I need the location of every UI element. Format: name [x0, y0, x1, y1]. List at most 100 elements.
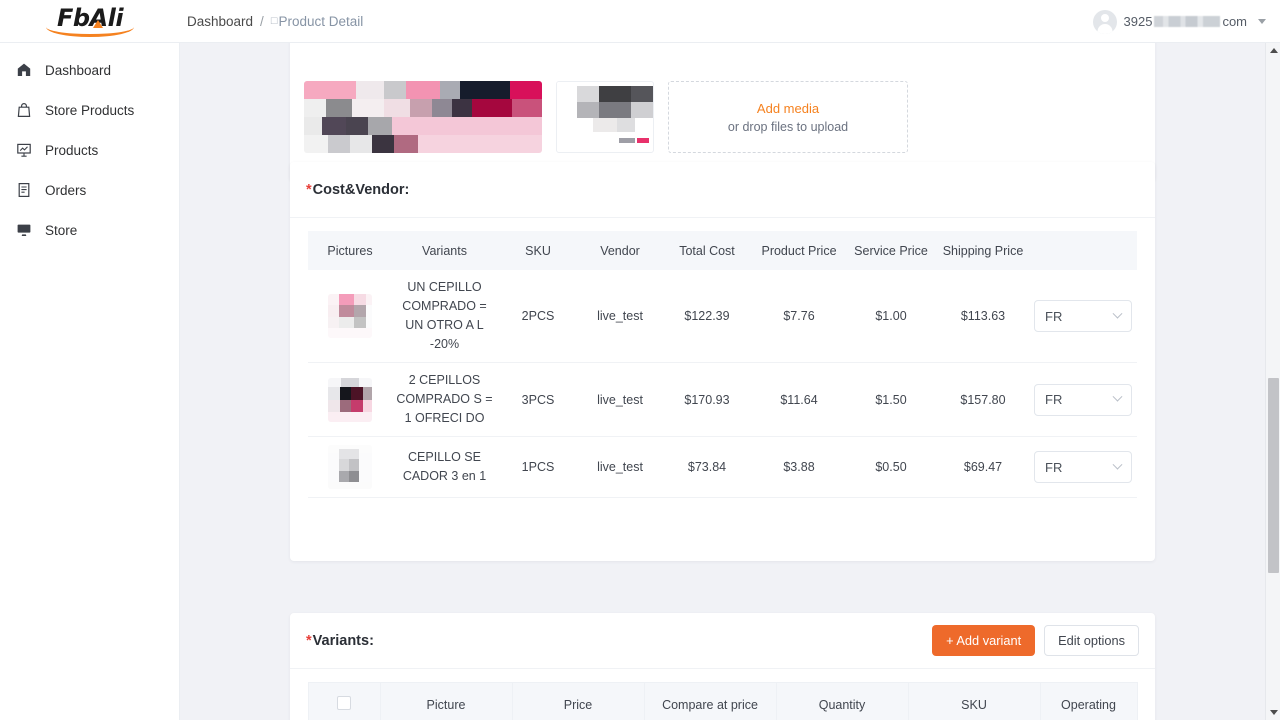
- media-card: Add media or drop files to upload: [290, 43, 1155, 181]
- sidebar-item-products[interactable]: Products: [0, 130, 179, 170]
- column-header-variants: Variants: [392, 231, 497, 270]
- row-thumbnail[interactable]: [328, 294, 372, 338]
- sidebar-item-store-products[interactable]: Store Products: [0, 90, 179, 130]
- scroll-up-arrow-icon[interactable]: [1266, 43, 1280, 58]
- sidebar-item-label: Orders: [45, 183, 86, 198]
- user-email-prefix: 3925: [1124, 14, 1153, 29]
- cell-product-price: $3.88: [753, 437, 845, 498]
- monitor-icon: [16, 222, 32, 238]
- cell-variant: CEPILLO SE CADOR 3 en 1: [392, 437, 497, 498]
- cost-vendor-table: Pictures Variants SKU Vendor Total Cost …: [308, 231, 1137, 498]
- table-row: 2 CEPILLOS COMPRADO S = 1 OFRECI DO 3PCS…: [308, 363, 1137, 437]
- bag-icon: [16, 102, 32, 118]
- cell-sku: 2PCS: [497, 270, 579, 363]
- cell-picture: [308, 363, 392, 437]
- cell-sku: 1PCS: [497, 437, 579, 498]
- sidebar-item-store[interactable]: Store: [0, 210, 179, 250]
- sidebar-item-dashboard[interactable]: Dashboard: [0, 50, 179, 90]
- column-header-vendor: Vendor: [579, 231, 661, 270]
- media-row: Add media or drop files to upload: [304, 81, 1141, 153]
- chevron-down-icon: [1113, 392, 1123, 402]
- cost-vendor-header: *Cost&Vendor:: [290, 162, 1155, 218]
- variants-table: Picture Price Compare at price Quantity …: [308, 682, 1138, 720]
- column-header-operating: Operating: [1040, 683, 1137, 720]
- column-header-picture: Picture: [380, 683, 512, 720]
- table-row: CEPILLO SE CADOR 3 en 1 1PCS live_test $…: [308, 437, 1137, 498]
- vertical-scrollbar[interactable]: [1265, 43, 1280, 720]
- cell-variant: 2 CEPILLOS COMPRADO S = 1 OFRECI DO: [392, 363, 497, 437]
- required-asterisk: *: [306, 633, 312, 649]
- media-thumbnail-secondary[interactable]: [556, 81, 654, 153]
- document-icon: [16, 182, 32, 198]
- variants-actions: + Add variant Edit options: [932, 625, 1139, 656]
- column-header-compare-at-price: Compare at price: [644, 683, 776, 720]
- media-thumbnail-primary[interactable]: [304, 81, 542, 153]
- shipping-method-value: FR: [1045, 460, 1062, 475]
- select-all-checkbox[interactable]: [337, 696, 351, 710]
- breadcrumb: Dashboard / □Product Detail: [187, 14, 363, 29]
- top-bar: FbAli Dashboard / □Product Detail 3925co…: [0, 0, 1280, 43]
- column-header-sku: SKU: [497, 231, 579, 270]
- shipping-method-select[interactable]: FR: [1034, 300, 1132, 332]
- breadcrumb-home[interactable]: Dashboard: [187, 14, 253, 29]
- chevron-down-icon[interactable]: [1258, 19, 1266, 24]
- presentation-icon: [16, 142, 32, 158]
- main-content: Add media or drop files to upload *Cost&…: [180, 43, 1265, 720]
- media-dropzone[interactable]: Add media or drop files to upload: [668, 81, 908, 153]
- breadcrumb-current-label: Product Detail: [278, 14, 363, 29]
- column-header-shipping-price: Shipping Price: [937, 231, 1029, 270]
- column-header-variant-sku: SKU: [908, 683, 1040, 720]
- scrollbar-thumb[interactable]: [1268, 378, 1279, 573]
- sidebar-item-orders[interactable]: Orders: [0, 170, 179, 210]
- add-media-link[interactable]: Add media: [757, 101, 819, 116]
- sidebar-item-label: Store: [45, 223, 77, 238]
- column-header-select-all: [308, 683, 380, 720]
- row-thumbnail[interactable]: [328, 378, 372, 422]
- shipping-method-value: FR: [1045, 309, 1062, 324]
- sidebar-item-label: Dashboard: [45, 63, 111, 78]
- shipping-method-select[interactable]: FR: [1034, 384, 1132, 416]
- cell-product-price: $11.64: [753, 363, 845, 437]
- cell-service-price: $0.50: [845, 437, 937, 498]
- cell-total-cost: $73.84: [661, 437, 753, 498]
- user-menu[interactable]: 3925com: [1093, 0, 1266, 43]
- edit-options-button[interactable]: Edit options: [1044, 625, 1139, 656]
- sidebar: Dashboard Store Products Products: [0, 43, 180, 720]
- user-email-redacted: [1154, 16, 1220, 27]
- cell-shipping-price: $69.47: [937, 437, 1029, 498]
- row-thumbnail[interactable]: [328, 445, 372, 489]
- variant-name: CEPILLO SE CADOR 3 en 1: [394, 448, 495, 486]
- drop-files-hint: or drop files to upload: [728, 120, 848, 134]
- cell-sku: 3PCS: [497, 363, 579, 437]
- cost-vendor-card: *Cost&Vendor: Pictures Variants SKU Vend…: [290, 162, 1155, 561]
- avatar: [1093, 10, 1117, 34]
- logo-swoosh: [46, 27, 134, 37]
- variants-title-text: Variants:: [313, 633, 374, 649]
- variants-header: *Variants: + Add variant Edit options: [290, 613, 1155, 669]
- scroll-down-arrow-icon[interactable]: [1266, 705, 1280, 720]
- sidebar-item-label: Products: [45, 143, 98, 158]
- cost-vendor-title-text: Cost&Vendor:: [313, 182, 410, 198]
- column-header-service-price: Service Price: [845, 231, 937, 270]
- column-header-product-price: Product Price: [753, 231, 845, 270]
- variant-name: UN CEPILLO COMPRADO = UN OTRO A L -20%: [394, 278, 495, 354]
- breadcrumb-glyph-icon: □: [271, 15, 278, 27]
- cell-variant: UN CEPILLO COMPRADO = UN OTRO A L -20%: [392, 270, 497, 363]
- brand-logo[interactable]: FbAli: [0, 0, 180, 43]
- column-header-quantity: Quantity: [776, 683, 908, 720]
- home-icon: [16, 62, 32, 78]
- cell-product-price: $7.76: [753, 270, 845, 363]
- sidebar-item-label: Store Products: [45, 103, 134, 118]
- breadcrumb-separator: /: [260, 14, 264, 29]
- cell-shipping-method: FR: [1029, 437, 1137, 498]
- variants-header-row: Picture Price Compare at price Quantity …: [308, 683, 1137, 720]
- column-header-pictures: Pictures: [308, 231, 392, 270]
- add-variant-button[interactable]: + Add variant: [932, 625, 1035, 656]
- cell-shipping-method: FR: [1029, 270, 1137, 363]
- shipping-method-select[interactable]: FR: [1034, 451, 1132, 483]
- variants-card: *Variants: + Add variant Edit options Pi…: [290, 613, 1155, 720]
- cell-total-cost: $122.39: [661, 270, 753, 363]
- cell-vendor: live_test: [579, 437, 661, 498]
- table-row: UN CEPILLO COMPRADO = UN OTRO A L -20% 2…: [308, 270, 1137, 363]
- cell-shipping-price: $113.63: [937, 270, 1029, 363]
